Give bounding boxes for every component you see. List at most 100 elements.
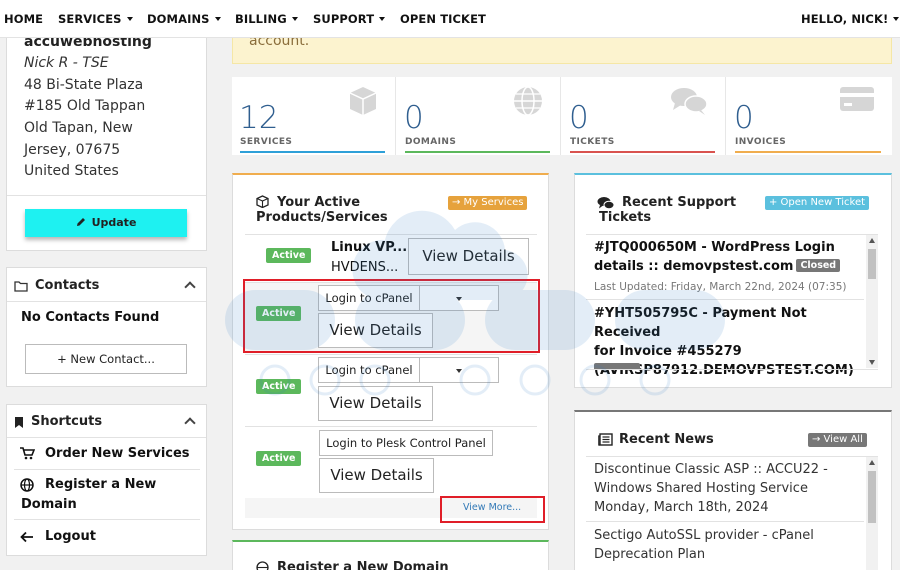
caret-down-icon	[379, 17, 386, 21]
stat-bar	[240, 151, 385, 153]
nav-support-label: SUPPORT	[313, 12, 375, 26]
caret-down-icon	[291, 17, 298, 21]
stat-services[interactable]: 12 SERVICES	[232, 77, 396, 155]
address-line-3: Old Tapan, New	[24, 120, 133, 136]
caret-down-icon	[214, 17, 221, 21]
comments-icon	[597, 197, 615, 210]
news-item-line[interactable]: Discontinue Classic ASP :: ACCU22 -	[594, 462, 828, 477]
divider	[7, 301, 206, 302]
stat-tickets-label: TICKETS	[570, 137, 615, 147]
product-domain: HVDENS...	[331, 260, 399, 275]
contact-name: Nick R - TSE	[24, 55, 109, 71]
divider	[586, 299, 864, 300]
ticket-title-line: details :: demovpstest.com	[594, 259, 794, 274]
stat-domains-label: DOMAINS	[405, 137, 457, 147]
globe-icon	[514, 86, 542, 116]
status-badge: Active	[256, 451, 302, 466]
status-badge: Closed	[796, 259, 841, 272]
ticket-title-line: for Invoice #455279	[594, 344, 742, 359]
nav-user-menu[interactable]: HELLO, NICK!	[801, 12, 900, 26]
news-title: Recent News	[619, 432, 714, 447]
divider	[245, 426, 537, 427]
view-all-news-button[interactable]: → View All	[808, 433, 867, 447]
divider	[586, 234, 878, 235]
arrow-left-icon	[20, 531, 33, 543]
view-details-button[interactable]: View Details	[318, 386, 433, 421]
highlight-box	[440, 496, 545, 523]
contacts-title: Contacts	[35, 278, 100, 293]
nav-user-label: HELLO, NICK!	[801, 12, 889, 26]
nav-services-label: SERVICES	[58, 12, 122, 26]
nav-open-ticket[interactable]: OPEN TICKET	[400, 12, 486, 26]
address-line-5: United States	[24, 163, 119, 179]
news-item-line[interactable]: Deprecation Plan	[594, 547, 705, 562]
shortcut-register-domain[interactable]: Register a New	[45, 477, 156, 492]
tickets-scrollbar[interactable]	[866, 235, 878, 368]
product-name: Linux VP...	[331, 240, 408, 255]
tickets-title-1: Recent Support	[622, 195, 737, 210]
shortcuts-title: Shortcuts	[31, 414, 103, 429]
login-plesk-button[interactable]: Login to Plesk Control Panel	[319, 430, 493, 456]
nav-support[interactable]: SUPPORT	[313, 12, 386, 26]
shortcut-order-services[interactable]: Order New Services	[45, 446, 190, 461]
highlight-box	[243, 279, 540, 353]
comments-icon	[671, 88, 708, 115]
shortcut-logout[interactable]: Logout	[45, 529, 96, 544]
divider	[586, 369, 878, 370]
open-new-ticket-button[interactable]: + Open New Ticket	[765, 196, 870, 210]
scroll-up-icon[interactable]	[869, 238, 875, 243]
stat-bar	[405, 151, 550, 153]
address-line-2: #185 Old Tappan	[24, 98, 146, 114]
login-cpanel-button[interactable]: Login to cPanel	[318, 357, 420, 383]
pencil-icon	[76, 218, 85, 226]
nav-domains-label: DOMAINS	[147, 12, 210, 26]
caret-down-icon	[456, 369, 462, 373]
news-item-line[interactable]: Sectigo AutoSSL provider - cPanel	[594, 528, 814, 543]
stat-invoices-value: 0	[734, 100, 754, 136]
ticket-title-line: #JTQ000650M - WordPress Login	[594, 240, 835, 255]
status-badge: Active	[266, 248, 312, 263]
globe-icon	[20, 478, 34, 492]
caret-down-icon	[893, 17, 900, 21]
stat-tickets-value: 0	[569, 100, 589, 136]
options-dropdown[interactable]	[419, 357, 499, 383]
status-badge: Active	[256, 379, 302, 394]
news-scrollbar[interactable]	[866, 457, 878, 570]
stat-tickets[interactable]: 0 TICKETS	[562, 77, 726, 155]
no-contacts-text: No Contacts Found	[21, 310, 160, 325]
nav-services[interactable]: SERVICES	[58, 12, 133, 26]
scroll-thumb[interactable]	[868, 471, 876, 523]
view-details-button[interactable]: View Details	[319, 458, 434, 493]
scroll-thumb[interactable]	[868, 249, 876, 279]
address-line-1: 48 Bi-State Plaza	[24, 77, 144, 93]
shortcut-register-domain-cont[interactable]: Domain	[21, 497, 77, 512]
my-services-button[interactable]: → My Services	[448, 196, 528, 210]
nav-home[interactable]: HOME	[4, 12, 43, 26]
nav-open-ticket-label: OPEN TICKET	[400, 12, 486, 26]
stat-invoices[interactable]: 0 INVOICES	[727, 77, 891, 155]
cube-icon	[256, 195, 269, 208]
stat-domains-value: 0	[404, 100, 424, 136]
update-button[interactable]: Update	[25, 209, 187, 237]
folder-icon	[14, 281, 28, 292]
nav-billing[interactable]: BILLING	[235, 12, 298, 26]
nav-domains[interactable]: DOMAINS	[147, 12, 221, 26]
newspaper-icon	[598, 433, 613, 446]
products-title-1: Your Active	[277, 195, 361, 210]
stat-services-value: 12	[239, 100, 279, 136]
new-contact-button[interactable]: + New Contact...	[25, 344, 187, 374]
scroll-down-icon[interactable]	[869, 360, 875, 365]
ticket-meta: Last Updated: Friday, March 22nd, 2024 (…	[594, 281, 847, 293]
stat-domains[interactable]: 0 DOMAINS	[397, 77, 561, 155]
scroll-up-icon[interactable]	[869, 460, 875, 465]
news-item-line[interactable]: Windows Shared Hosting Service	[594, 481, 808, 496]
bookmark-icon	[15, 417, 23, 428]
news-item-date: Monday, March 18th, 2024	[594, 500, 769, 515]
tickets-title-2: Tickets	[599, 210, 652, 225]
address-line-4: Jersey, 07675	[24, 142, 121, 158]
products-title-2: Products/Services	[256, 210, 388, 225]
top-navbar: HOME SERVICES DOMAINS BILLING SUPPORT OP…	[0, 0, 900, 38]
view-details-button[interactable]: View Details	[408, 238, 529, 275]
ticket-item[interactable]: #JTQ000650M - WordPress Login details ::…	[594, 238, 859, 276]
credit-card-icon	[840, 87, 874, 111]
